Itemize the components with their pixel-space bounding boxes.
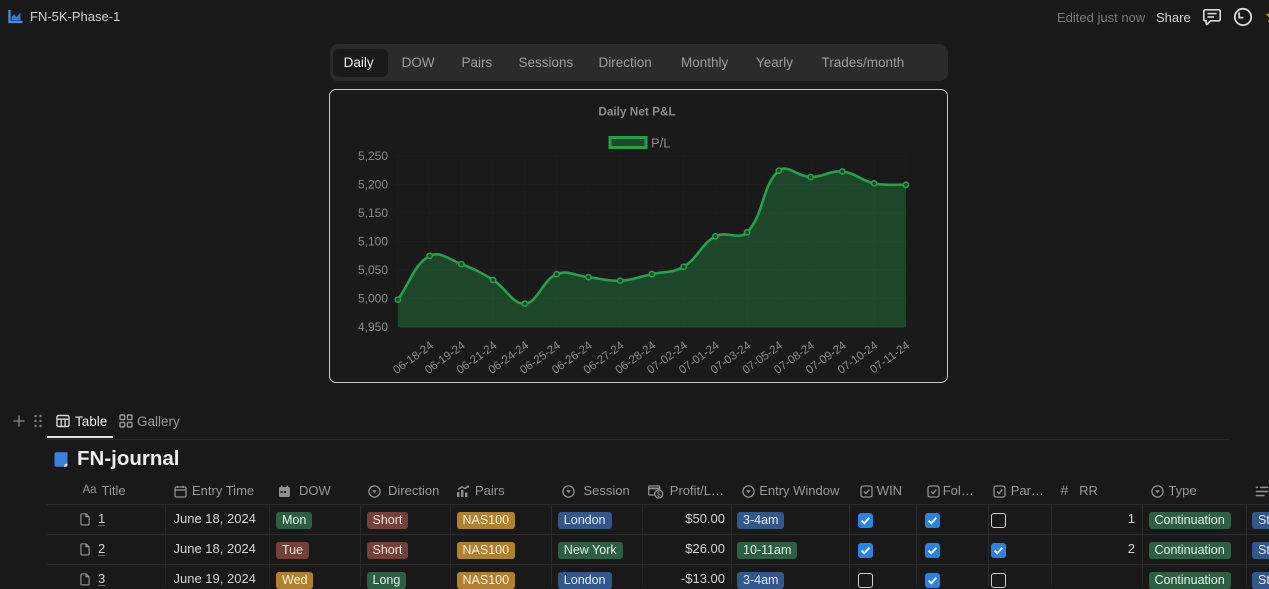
- svg-text:$: $: [656, 491, 660, 498]
- svg-text:5,250: 5,250: [358, 149, 388, 163]
- svg-text:5,150: 5,150: [358, 206, 388, 220]
- svg-text:5,000: 5,000: [358, 292, 388, 306]
- svg-text:5,200: 5,200: [358, 178, 388, 192]
- svg-text:Daily Net P&L: Daily Net P&L: [598, 105, 675, 119]
- svg-text:4,950: 4,950: [358, 320, 388, 334]
- svg-text:P/L: P/L: [651, 136, 671, 151]
- svg-text:5,050: 5,050: [358, 263, 388, 277]
- svg-text:5,100: 5,100: [358, 235, 388, 249]
